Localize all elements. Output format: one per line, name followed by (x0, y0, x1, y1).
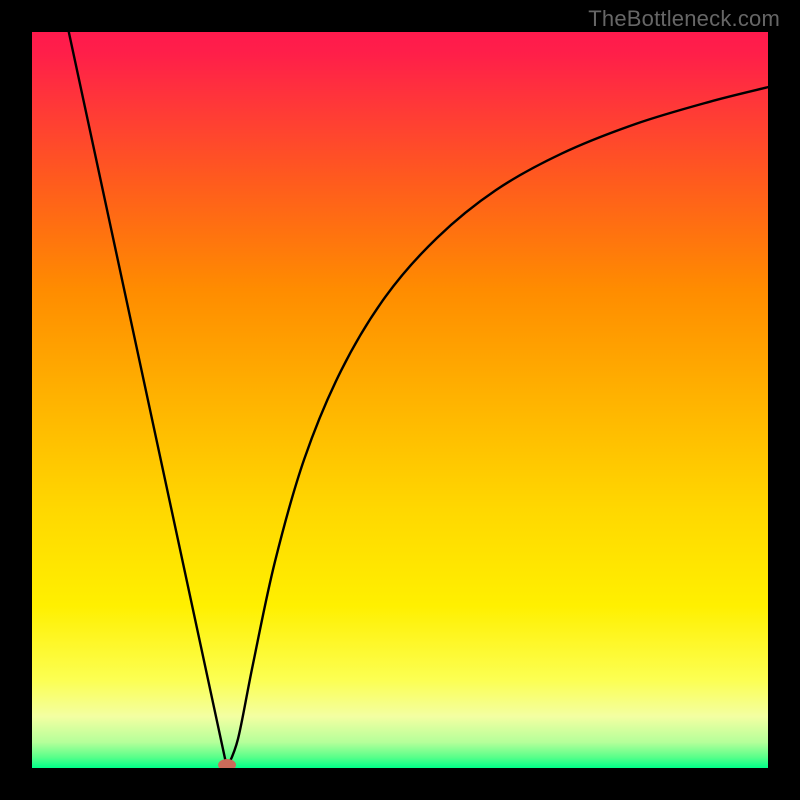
gradient-background (32, 32, 768, 768)
bottleneck-chart (32, 32, 768, 768)
plot-area (32, 32, 768, 768)
chart-frame: TheBottleneck.com (0, 0, 800, 800)
watermark-text: TheBottleneck.com (588, 6, 780, 32)
